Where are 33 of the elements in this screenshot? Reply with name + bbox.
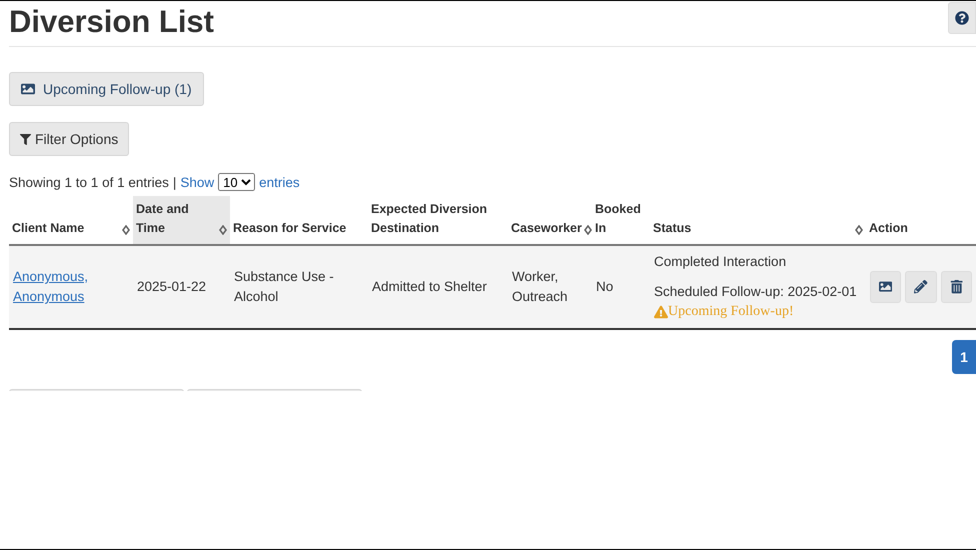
column-header[interactable]: Date and Time [133, 196, 230, 245]
page-button[interactable]: 1 [952, 340, 976, 374]
sort-icon [122, 225, 130, 235]
table-cell-text: Substance Use - Alcohol [234, 268, 335, 306]
follow-up-button[interactable]: Upcoming Follow-up (1) [9, 72, 204, 106]
image-icon [21, 82, 35, 96]
help-button[interactable] [948, 2, 976, 34]
table-cell-text: Admitted to Shelter [372, 278, 487, 296]
show-label: Show [180, 174, 214, 190]
filter-button[interactable]: Filter Options [9, 122, 130, 156]
trash-icon [950, 280, 963, 294]
table-cell-text: No [596, 278, 614, 296]
separator: | [172, 174, 176, 190]
sort-icon [855, 225, 863, 235]
filter-icon [20, 134, 31, 144]
warning-text: Upcoming Follow-up! [668, 303, 794, 321]
status-text: Completed Interaction [654, 253, 788, 271]
sort-icon [219, 225, 227, 235]
warning-icon [654, 305, 668, 319]
view-button[interactable] [870, 271, 902, 303]
entries-info: Showing 1 to 1 of 1 entries [9, 174, 169, 190]
page-title: Diversion List [9, 4, 214, 40]
follow-up-date: Scheduled Follow-up: 2025-02-01 [654, 283, 858, 301]
table-cell-text: Worker, Outreach [512, 268, 569, 306]
help-icon [955, 11, 969, 25]
delete-button[interactable] [940, 271, 972, 303]
table-cell-text: 2025-01-22 [137, 278, 206, 296]
page-size-select[interactable]: 10 [218, 173, 256, 191]
edit-button[interactable] [905, 271, 937, 303]
pencil-icon [914, 280, 928, 294]
image-icon [879, 280, 892, 294]
sort-icon [584, 225, 592, 235]
entries-label: entries [259, 174, 300, 190]
